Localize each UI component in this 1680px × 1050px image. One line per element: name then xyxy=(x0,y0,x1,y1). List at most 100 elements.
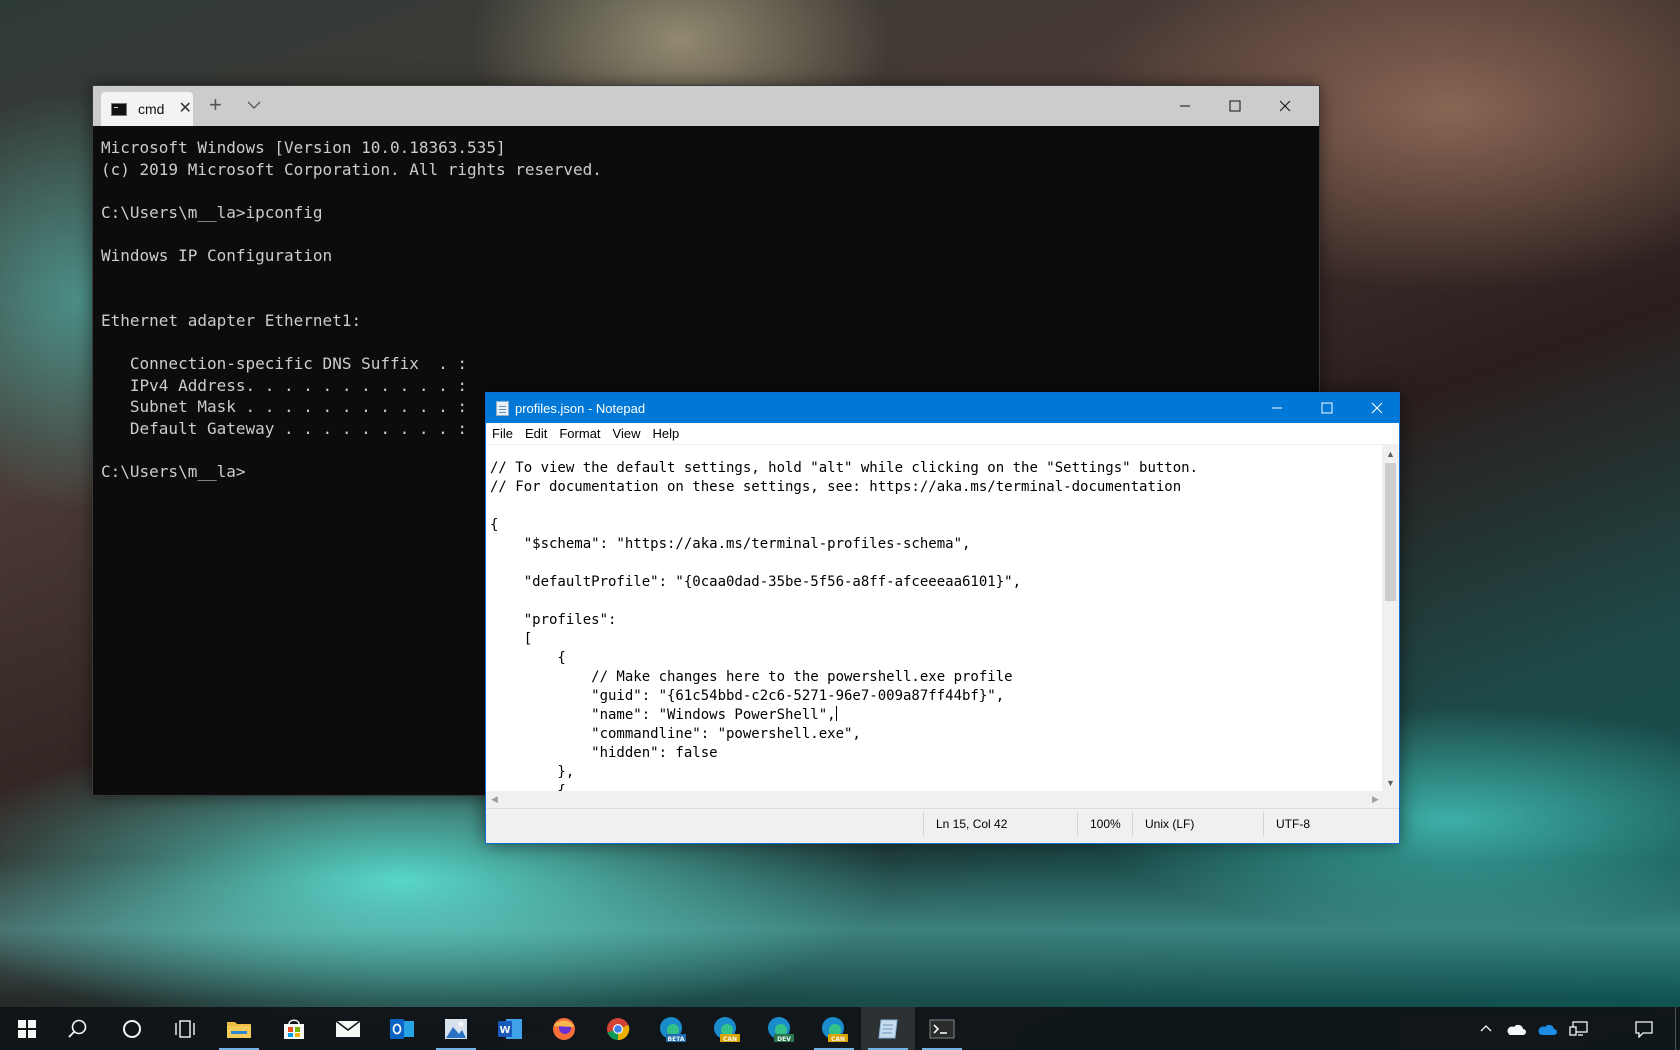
notepad-line: // To view the default settings, hold "a… xyxy=(490,459,1384,478)
notepad-line: // Make changes here to the powershell.e… xyxy=(490,668,1384,687)
terminal-minimize-button[interactable] xyxy=(1161,86,1209,126)
terminal-close-button[interactable] xyxy=(1261,86,1309,126)
tray-onedrive-business[interactable] xyxy=(1533,1007,1561,1050)
chevron-up-icon xyxy=(1480,1024,1492,1031)
search-button[interactable] xyxy=(51,1007,105,1050)
menu-view[interactable]: View xyxy=(613,426,641,441)
taskbar-edge-beta[interactable]: BETA xyxy=(645,1007,699,1050)
search-icon xyxy=(68,1019,87,1038)
file-explorer-icon xyxy=(227,1021,251,1038)
status-zoom-text: 100% xyxy=(1090,817,1121,831)
notepad-line-text: }, xyxy=(490,764,575,780)
scroll-up-icon[interactable]: ▲ xyxy=(1382,445,1399,462)
notepad-line-text: "guid": "{61c54bbd-c2c6-5271-96e7-009a87… xyxy=(490,688,1005,704)
status-position: Ln 15, Col 42 xyxy=(923,812,1080,836)
status-position-text: Ln 15, Col 42 xyxy=(936,817,1008,831)
terminal-line: Microsoft Windows [Version 10.0.18363.53… xyxy=(101,138,506,157)
taskbar-file-explorer[interactable] xyxy=(212,1007,266,1050)
notepad-app-icon xyxy=(496,400,509,416)
taskbar-firefox[interactable] xyxy=(537,1007,591,1050)
notepad-maximize-button[interactable] xyxy=(1302,393,1352,423)
photos-icon xyxy=(445,1018,467,1039)
terminal-line: (c) 2019 Microsoft Corporation. All righ… xyxy=(101,159,602,179)
terminal-line: C:\Users\m__la>ipconfig xyxy=(101,202,323,222)
notepad-line-text: { xyxy=(490,650,566,666)
notepad-line xyxy=(490,497,1384,516)
firefox-icon xyxy=(553,1017,575,1040)
notepad-line xyxy=(490,592,1384,611)
terminal-line: Windows IP Configuration xyxy=(101,245,333,265)
taskbar-chrome[interactable] xyxy=(591,1007,645,1050)
action-center-button[interactable] xyxy=(1630,1007,1658,1050)
menu-edit[interactable]: Edit xyxy=(525,426,547,441)
show-hidden-icons-button[interactable] xyxy=(1472,1007,1500,1050)
taskbar-edge-canary[interactable]: CAN xyxy=(699,1007,753,1050)
notepad-line: // For documentation on these settings, … xyxy=(490,478,1384,497)
notepad-line: "defaultProfile": "{0caa0dad-35be-5f56-a… xyxy=(490,573,1384,592)
notepad-line-text: "$schema": "https://aka.ms/terminal-prof… xyxy=(490,536,971,552)
cortana-button[interactable] xyxy=(105,1007,159,1050)
menu-file[interactable]: File xyxy=(492,426,513,441)
tray-onedrive-personal[interactable] xyxy=(1502,1007,1530,1050)
close-tab-icon[interactable]: ✕ xyxy=(178,101,191,117)
scroll-down-icon[interactable]: ▼ xyxy=(1382,774,1399,791)
taskbar-mail[interactable] xyxy=(321,1007,375,1050)
taskbar-edge-dev[interactable]: DEV xyxy=(753,1007,807,1050)
edge-canary-badge: CAN xyxy=(723,1036,737,1043)
notepad-window[interactable]: profiles.json - Notepad File Edit Format… xyxy=(485,392,1400,844)
terminal-icon xyxy=(929,1019,955,1038)
notepad-line-text: "hidden": false xyxy=(490,745,718,761)
terminal-titlebar[interactable]: cmd ✕ + xyxy=(93,86,1319,126)
taskbar-notepad[interactable] xyxy=(861,1007,915,1050)
taskbar-outlook[interactable] xyxy=(375,1007,429,1050)
notepad-line: "$schema": "https://aka.ms/terminal-prof… xyxy=(490,535,1384,554)
terminal-line: Connection-specific DNS Suffix . : xyxy=(101,353,468,373)
vertical-scrollbar[interactable]: ▲ ▼ xyxy=(1382,445,1399,791)
notepad-line xyxy=(490,554,1384,573)
taskbar-terminal[interactable] xyxy=(915,1007,969,1050)
notepad-close-button[interactable] xyxy=(1352,393,1402,423)
horizontal-scrollbar[interactable]: ◀ ▶ xyxy=(486,791,1384,808)
taskbar-store[interactable] xyxy=(267,1007,321,1050)
edge-canary-icon: CAN xyxy=(714,1016,740,1043)
terminal-maximize-button[interactable] xyxy=(1211,86,1259,126)
status-encoding: UTF-8 xyxy=(1263,812,1397,836)
tab-dropdown-icon[interactable] xyxy=(245,96,263,114)
scrollbar-thumb[interactable] xyxy=(1385,463,1396,601)
outlook-icon xyxy=(390,1018,414,1039)
status-line-ending: Unix (LF) xyxy=(1132,812,1263,836)
cortana-icon xyxy=(123,1019,141,1038)
new-tab-button[interactable]: + xyxy=(209,94,222,116)
taskbar-word[interactable]: W xyxy=(483,1007,537,1050)
taskbar-photos[interactable] xyxy=(429,1007,483,1050)
status-encoding-text: UTF-8 xyxy=(1276,817,1310,831)
show-desktop-button[interactable] xyxy=(1675,1007,1680,1050)
tray-network[interactable] xyxy=(1565,1007,1593,1050)
start-button[interactable] xyxy=(0,1007,54,1050)
menu-format[interactable]: Format xyxy=(559,426,600,441)
edge-beta-badge: BETA xyxy=(668,1036,685,1043)
svg-text:W: W xyxy=(499,1025,510,1036)
notepad-titlebar[interactable]: profiles.json - Notepad xyxy=(486,393,1399,423)
taskbar-edge-canary-2[interactable]: CAN xyxy=(807,1007,861,1050)
notepad-line: "profiles": xyxy=(490,611,1384,630)
notepad-text-area[interactable]: // To view the default settings, hold "a… xyxy=(486,445,1384,791)
terminal-line: Ethernet adapter Ethernet1: xyxy=(101,310,362,330)
text-caret xyxy=(835,706,837,721)
notepad-minimize-button[interactable] xyxy=(1252,393,1302,423)
terminal-tab-cmd[interactable]: cmd ✕ xyxy=(101,92,193,126)
notepad-line: "commandline": "powershell.exe", xyxy=(490,725,1384,744)
status-zoom: 100% xyxy=(1077,812,1131,836)
notepad-line: "name": "Windows PowerShell", xyxy=(490,706,1384,725)
task-view-button[interactable] xyxy=(158,1007,212,1050)
scroll-left-icon[interactable]: ◀ xyxy=(486,791,503,808)
menu-help[interactable]: Help xyxy=(652,426,679,441)
notepad-menubar: File Edit Format View Help xyxy=(486,423,1399,445)
scroll-corner xyxy=(1382,791,1399,808)
notepad-line-text: // For documentation on these settings, … xyxy=(490,479,1182,495)
notepad-line: { xyxy=(490,649,1384,668)
network-icon xyxy=(1569,1020,1588,1036)
chrome-icon xyxy=(607,1017,630,1040)
